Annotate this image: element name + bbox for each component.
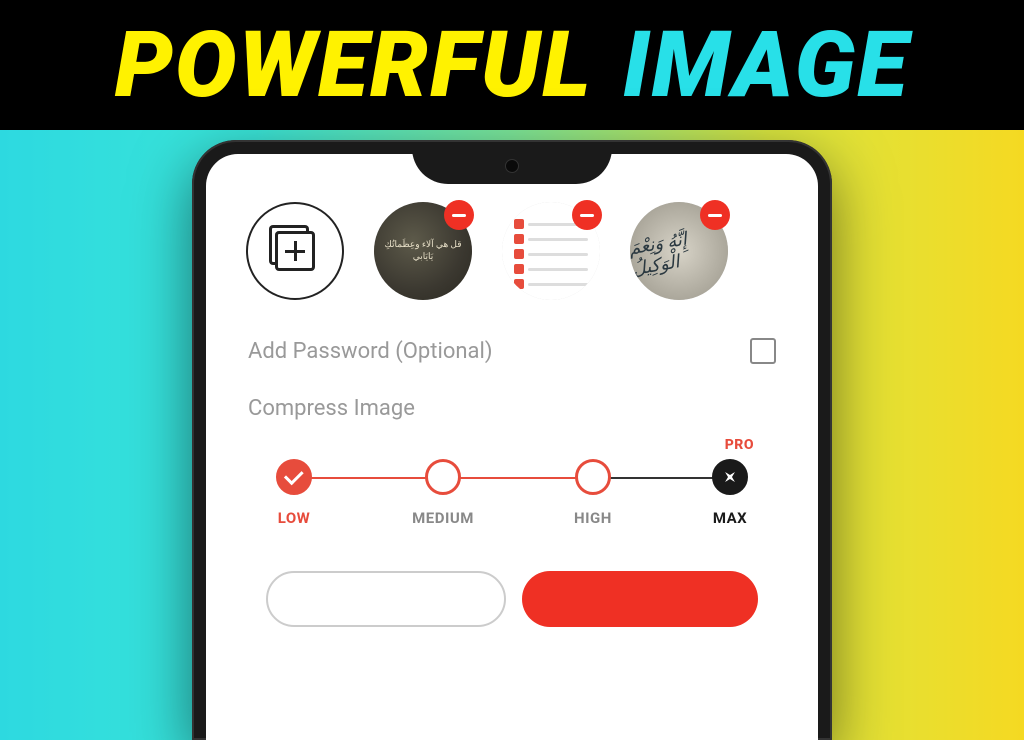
circle-icon [575,459,611,495]
banner-word-2: IMAGE [623,12,910,119]
phone-frame: قل هي آلاء وعِظَماتُكِ يَايَابي [192,140,832,740]
remove-icon[interactable] [444,200,474,230]
node-label-max: MAX [713,509,747,527]
cancel-button[interactable] [266,571,506,627]
thumbnail-2[interactable] [502,202,600,300]
add-image-button[interactable] [246,202,344,300]
check-icon [276,459,312,495]
circle-icon [425,459,461,495]
thumbnail-row: قل هي آلاء وعِظَماتُكِ يَايَابي [236,202,788,300]
thumb3-caption: إِنَّهُ وَنِعْمَ الْوَكِيلُ [630,222,728,280]
compress-label: Compress Image [236,396,788,421]
phone-notch [412,154,612,184]
convert-button[interactable] [522,571,758,627]
phone-screen: قل هي آلاء وعِظَماتُكِ يَايَابي [206,154,818,740]
slider-node-medium[interactable]: MEDIUM [412,459,474,527]
diamond-icon [712,459,748,495]
node-label-high: HIGH [574,509,612,527]
password-checkbox[interactable] [750,338,776,364]
title-banner: POWERFUL IMAGE [0,0,1024,130]
thumbnail-3[interactable]: إِنَّهُ وَنِعْمَ الْوَكِيلُ [630,202,728,300]
slider-node-low[interactable]: LOW [276,459,312,527]
pro-badge: PRO [725,437,754,453]
compress-slider: LOW MEDIUM HIGH PRO MAX [236,459,788,527]
banner-word-1: POWERFUL [115,12,593,119]
remove-icon[interactable] [700,200,730,230]
password-row: Add Password (Optional) [236,338,788,364]
node-label-medium: MEDIUM [412,509,474,527]
remove-icon[interactable] [572,200,602,230]
thumb1-caption: قل هي آلاء وعِظَماتُكِ يَايَابي [374,231,472,270]
add-icon [275,231,315,271]
password-label: Add Password (Optional) [248,339,493,364]
slider-node-high[interactable]: HIGH [574,459,612,527]
thumbnail-1[interactable]: قل هي آلاء وعِظَماتُكِ يَايَابي [374,202,472,300]
action-buttons [236,571,788,627]
slider-node-max[interactable]: PRO MAX [712,459,748,527]
node-label-low: LOW [278,509,311,527]
app-content: قل هي آلاء وعِظَماتُكِ يَايَابي [206,154,818,627]
